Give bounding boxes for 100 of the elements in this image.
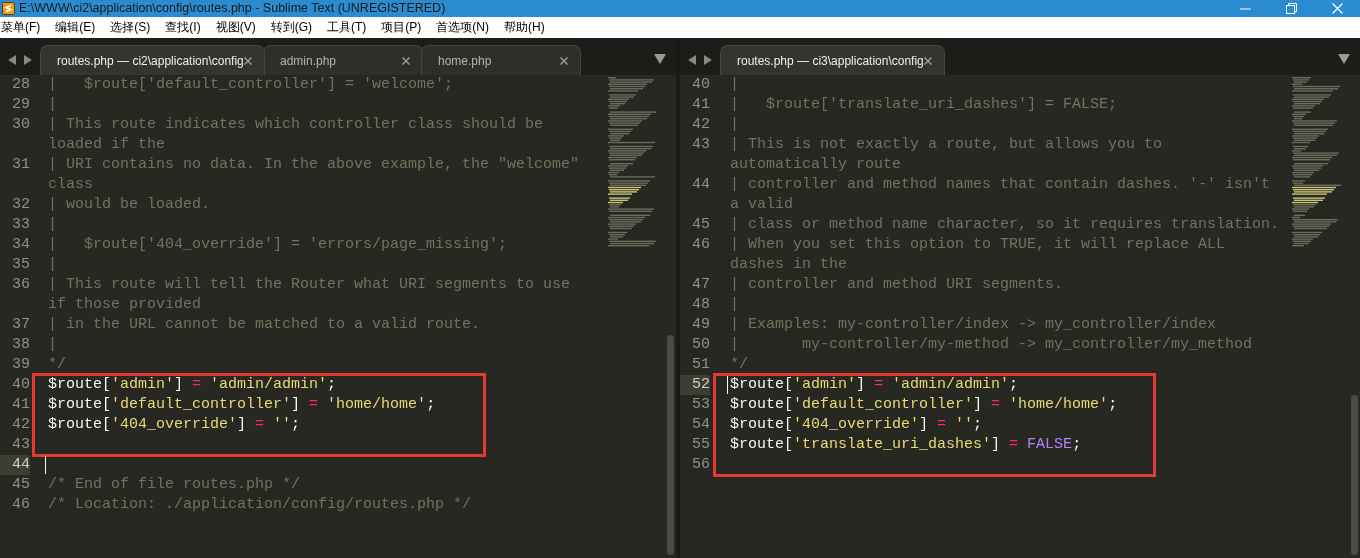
code-comment: | in the URL cannot be matched to a valid route. (48, 316, 481, 333)
editor-tab[interactable]: routes.php — ci3\application\config (720, 45, 945, 75)
code-comment: | (48, 216, 57, 233)
code-comment: */ (730, 356, 748, 373)
menu-item[interactable]: 帮助(H) (503, 17, 551, 38)
code-comment: | $route['default_controller'] = 'welcome'; (48, 76, 454, 93)
code-comment: */ (48, 356, 66, 373)
line-number: 32 (11, 195, 30, 215)
code-comment: | controller and method URI segments. (730, 276, 1064, 293)
line-number: 41 (11, 395, 30, 415)
code-comment: | $route['404_override'] = 'errors/page_missing'; (48, 236, 508, 253)
code-comment: | controller and method names that contain dashes. '-' isn't a valid (730, 176, 1272, 213)
line-number: 33 (11, 215, 30, 235)
code-comment: | (730, 296, 739, 313)
text-cursor (727, 376, 728, 394)
menu-item[interactable]: 工具(T) (326, 17, 373, 38)
next-tab-icon[interactable] (24, 55, 32, 65)
line-number: 54 (691, 415, 710, 435)
line-number: 38 (11, 335, 30, 355)
line-number: 51 (691, 355, 710, 375)
previous-tab-icon[interactable] (688, 55, 696, 65)
scrollbar-thumb[interactable] (1351, 395, 1358, 555)
code-line: $route['admin'] = 'admin/admin'; (730, 376, 1019, 393)
code-line: $route['default_controller'] = 'home/home'; (48, 396, 436, 413)
code-line: $route['404_override'] = ''; (730, 416, 983, 433)
line-number: 46 (11, 495, 30, 515)
line-number: 52 (680, 375, 710, 395)
code-comment: | (48, 96, 57, 113)
line-number: 43 (691, 135, 710, 155)
code-comment: | (48, 336, 57, 353)
dropdown-icon[interactable] (654, 54, 666, 64)
line-number: 39 (11, 355, 30, 375)
code-comment: | This route indicates which controller class should be loaded if the (48, 116, 545, 153)
line-number: 50 (691, 335, 710, 355)
line-number: 34 (11, 235, 30, 255)
line-number: 28 (11, 75, 30, 95)
code-line: $route['admin'] = 'admin/admin'; (48, 376, 337, 393)
line-number: 45 (691, 215, 710, 235)
line-number: 44 (691, 175, 710, 195)
code-comment: | (48, 256, 57, 273)
line-number: 46 (691, 235, 710, 255)
line-number: 35 (11, 255, 30, 275)
close-icon[interactable] (560, 56, 568, 65)
close-icon[interactable] (244, 56, 252, 65)
code-comment: | This route will tell the Router what URI segments to use if those provided (48, 276, 572, 313)
window-title: E:\WWW\ci2\application\config\routes.php - Sublime Text (UNREGISTERED) (19, 0, 446, 17)
line-number: 36 (11, 275, 30, 295)
code-comment: | (730, 76, 739, 93)
scrollbar-thumb[interactable] (667, 335, 674, 555)
menu-item[interactable]: 编辑(E) (54, 17, 102, 38)
line-number: 37 (11, 315, 30, 335)
menu-item[interactable]: 选择(S) (109, 17, 157, 38)
line-number: 41 (691, 95, 710, 115)
code-comment: | $route['translate_uri_dashes'] = FALSE; (730, 96, 1118, 113)
editor-tab[interactable]: routes.php — ci2\application\config (40, 45, 265, 75)
line-number: 42 (691, 115, 710, 135)
menu-item[interactable]: 菜单(F) (0, 17, 47, 38)
app-icon (2, 2, 15, 15)
line-number: 29 (11, 95, 30, 115)
line-number: 56 (691, 455, 710, 475)
line-number: 45 (11, 475, 30, 495)
line-number: 53 (691, 395, 710, 415)
code-comment: | my-controller/my-method -> my_controller/my_method (730, 336, 1253, 353)
menu-item[interactable]: 视图(V) (214, 17, 262, 38)
line-number: 48 (691, 295, 710, 315)
text-cursor (45, 456, 46, 474)
previous-tab-icon[interactable] (8, 55, 16, 65)
close-icon[interactable] (924, 56, 932, 65)
code-comment: /* Location: ./application/config/routes.php */ (48, 496, 472, 513)
code-comment: | When you set this option to TRUE, it will replace ALL dashes in the (730, 236, 1227, 273)
restore-icon[interactable] (1285, 3, 1297, 14)
line-number: 40 (11, 375, 30, 395)
code-comment: | (730, 116, 739, 133)
next-tab-icon[interactable] (704, 55, 712, 65)
menu-item[interactable]: 首选项(N) (435, 17, 495, 38)
code-comment: /* End of file routes.php */ (48, 476, 301, 493)
code-comment: | would be loaded. (48, 196, 211, 213)
editor-tab[interactable]: home.php (421, 45, 581, 75)
line-number: 40 (691, 75, 710, 95)
dropdown-icon[interactable] (1338, 54, 1350, 64)
line-number: 43 (11, 435, 30, 455)
menu-item[interactable]: 查找(I) (164, 17, 207, 38)
close-icon[interactable] (402, 56, 410, 65)
code-line: $route['default_controller'] = 'home/home'; (730, 396, 1118, 413)
code-comment: | class or method name character, so it requires translation. (730, 216, 1280, 233)
line-number: 55 (691, 435, 710, 455)
line-number: 49 (691, 315, 710, 335)
menu-item[interactable]: 转到(G) (269, 17, 318, 38)
code-comment: | URI contains no data. In the above example, the "welcome" class (48, 156, 581, 193)
code-line: $route['404_override'] = ''; (48, 416, 301, 433)
code-line: $route['translate_uri_dashes'] = FALSE; (730, 436, 1082, 453)
line-number: 31 (11, 155, 30, 175)
editor-tab[interactable]: admin.php (263, 45, 423, 75)
code-comment: | Examples: my-controller/index -> my_controller/index (730, 316, 1217, 333)
line-number: 42 (11, 415, 30, 435)
line-number: 30 (11, 115, 30, 135)
line-number: 44 (0, 455, 30, 475)
menu-item[interactable]: 项目(P) (380, 17, 428, 38)
code-comment: | This is not exactly a route, but allows you to automatically route (730, 136, 1164, 173)
line-number: 47 (691, 275, 710, 295)
